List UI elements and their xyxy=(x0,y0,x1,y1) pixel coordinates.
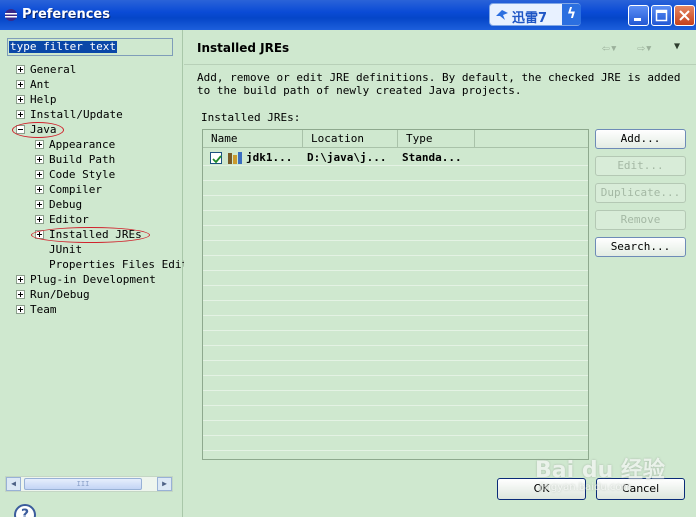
expand-icon[interactable] xyxy=(16,80,25,89)
table-row[interactable]: jdk1... D:\java\j... Standa... xyxy=(203,150,588,166)
remove-button[interactable]: Remove xyxy=(595,210,686,230)
minimize-icon xyxy=(634,18,641,21)
preference-page: Installed JREs ⇦▾ ⇨▾ ▼ Add, remove or ed… xyxy=(184,30,696,517)
tree-item-label: Code Style xyxy=(49,168,116,181)
tree-item[interactable]: Installed JREs xyxy=(0,227,178,242)
expand-icon[interactable] xyxy=(35,200,44,209)
tree-item-label: Team xyxy=(30,303,57,316)
xunlei-bird-icon xyxy=(496,10,508,20)
view-menu-icon[interactable]: ▼ xyxy=(674,41,680,52)
jre-type: Standa... xyxy=(402,151,462,164)
tree-item-label: Java xyxy=(30,123,57,136)
tree-item[interactable]: Editor xyxy=(0,212,178,227)
filter-input[interactable]: type filter text xyxy=(7,38,173,56)
expand-icon[interactable] xyxy=(35,215,44,224)
tree-item-label: Run/Debug xyxy=(30,288,90,301)
watermark-url: jingyan.baidu.com xyxy=(539,482,632,493)
tree-item-label: General xyxy=(30,63,77,76)
column-header-location[interactable]: Location xyxy=(303,130,398,148)
tree-item[interactable]: Build Path xyxy=(0,152,178,167)
tree-item[interactable]: Ant xyxy=(0,77,178,92)
back-arrow-icon[interactable]: ⇦▾ xyxy=(602,41,618,56)
jre-library-icon xyxy=(228,152,242,164)
tree-item[interactable]: Code Style xyxy=(0,167,178,182)
window-title: Preferences xyxy=(22,7,110,22)
jre-location: D:\java\j... xyxy=(307,151,387,164)
scroll-left-icon[interactable]: ◀ xyxy=(6,477,21,491)
expand-icon[interactable] xyxy=(16,95,25,104)
xunlei-label: 迅雷7 xyxy=(512,11,548,26)
watermark-text: Bai du 经验 xyxy=(535,458,665,483)
page-title: Installed JREs xyxy=(197,41,290,55)
expand-icon[interactable] xyxy=(35,185,44,194)
checkmark-icon xyxy=(212,155,222,164)
expand-icon[interactable] xyxy=(35,155,44,164)
expand-icon[interactable] xyxy=(35,140,44,149)
tree-item-label: Ant xyxy=(30,78,50,91)
search-button[interactable]: Search... xyxy=(595,237,686,257)
jre-table[interactable]: Name Location Type jdk1... D:\java\j... … xyxy=(202,129,589,460)
tree-item-label: Compiler xyxy=(49,183,102,196)
tree-item-label: Appearance xyxy=(49,138,116,151)
tree-item[interactable]: Compiler xyxy=(0,182,178,197)
xunlei-widget[interactable]: 迅雷7 ϟ xyxy=(489,3,581,26)
tree-item[interactable]: Properties Files Edit xyxy=(0,257,188,272)
tree-item[interactable]: Run/Debug xyxy=(0,287,178,302)
lightning-icon: ϟ xyxy=(562,4,581,25)
close-button[interactable] xyxy=(674,5,695,26)
tree-item-label: Installed JREs xyxy=(49,228,142,241)
expand-icon[interactable] xyxy=(16,305,25,314)
expand-icon[interactable] xyxy=(35,230,44,239)
expand-icon[interactable] xyxy=(16,290,25,299)
tree-item-label: Editor xyxy=(49,213,89,226)
tree-item-label: Plug-in Development xyxy=(30,273,156,286)
installed-jres-label: Installed JREs: xyxy=(201,111,301,124)
tree-item-label: Install/Update xyxy=(30,108,123,121)
tree-item[interactable]: General xyxy=(0,62,178,77)
title-bar: Preferences 迅雷7 ϟ xyxy=(0,0,696,30)
tree-item-label: Debug xyxy=(49,198,83,211)
baidu-watermark: Bai du 经验 jingyan.baidu.com xyxy=(535,452,665,500)
column-header-name[interactable]: Name xyxy=(203,130,303,148)
tree-item-label: JUnit xyxy=(49,243,83,256)
expand-icon[interactable] xyxy=(16,65,25,74)
preferences-sidebar: type filter text General Ant Help Install/U… xyxy=(0,30,188,517)
tree-item[interactable]: Plug-in Development xyxy=(0,272,178,287)
tree-item[interactable]: Install/Update xyxy=(0,107,178,122)
page-header: Installed JREs ⇦▾ ⇨▾ ▼ xyxy=(184,30,696,65)
expand-icon[interactable] xyxy=(35,170,44,179)
page-description: Add, remove or edit JRE definitions. By … xyxy=(197,71,681,97)
tree-item-label: Properties Files Edit xyxy=(49,258,189,271)
expand-icon[interactable] xyxy=(16,110,25,119)
tree-item[interactable]: Java xyxy=(0,122,178,137)
collapse-icon[interactable] xyxy=(16,125,25,134)
horizontal-scrollbar[interactable]: ◀ III ▶ xyxy=(5,476,173,492)
duplicate-button[interactable]: Duplicate... xyxy=(595,183,686,203)
maximize-button[interactable] xyxy=(651,5,672,26)
column-header-type[interactable]: Type xyxy=(398,130,475,148)
scroll-thumb[interactable]: III xyxy=(24,478,142,490)
tree-item[interactable]: JUnit xyxy=(0,242,178,257)
expand-icon[interactable] xyxy=(16,275,25,284)
jre-name: jdk1... xyxy=(246,151,293,164)
maximize-icon xyxy=(655,9,668,22)
tree-item[interactable]: Debug xyxy=(0,197,178,212)
edit-button[interactable]: Edit... xyxy=(595,156,686,176)
tree-item[interactable]: Team xyxy=(0,302,178,317)
minimize-button[interactable] xyxy=(628,5,649,26)
table-header: Name Location Type xyxy=(203,130,588,148)
scroll-right-icon[interactable]: ▶ xyxy=(157,477,172,491)
default-jre-checkbox[interactable] xyxy=(210,152,222,164)
close-icon xyxy=(679,10,690,21)
help-icon[interactable]: ? xyxy=(14,504,36,517)
add-button[interactable]: Add... xyxy=(595,129,686,149)
tree-item-label: Help xyxy=(30,93,57,106)
filter-placeholder: type filter text xyxy=(9,40,117,53)
tree-item[interactable]: Help xyxy=(0,92,178,107)
tree-item-label: Build Path xyxy=(49,153,116,166)
eclipse-icon xyxy=(5,9,17,21)
tree-item[interactable]: Appearance xyxy=(0,137,178,152)
forward-arrow-icon[interactable]: ⇨▾ xyxy=(637,41,653,56)
